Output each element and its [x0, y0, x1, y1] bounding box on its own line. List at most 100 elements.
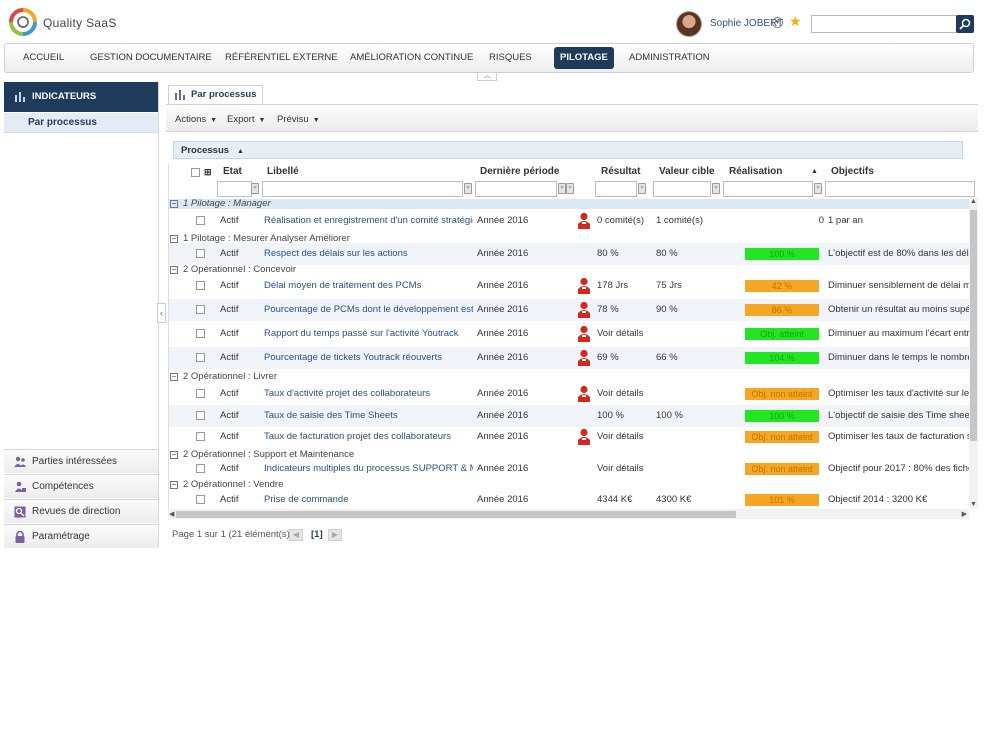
row-checkbox[interactable]	[196, 432, 205, 441]
col-header-objectifs[interactable]: Objectifs	[831, 164, 874, 180]
scroll-up-icon[interactable]: ▲	[970, 198, 977, 205]
filter-icon[interactable]: ▿	[464, 183, 472, 194]
filter-icon[interactable]: ▿	[814, 183, 822, 194]
horizontal-scrollbar[interactable]: ◀ ▶	[168, 509, 969, 519]
filter-icon[interactable]: ▿	[566, 183, 574, 194]
indicator-link[interactable]: Taux d'activité projet des collaborateur…	[264, 383, 473, 405]
nav-administration[interactable]: ADMINISTRATION	[629, 44, 710, 72]
row-checkbox[interactable]	[196, 216, 205, 225]
export-menu-button[interactable]: Export ▼	[227, 108, 265, 132]
collapse-header-button[interactable]: ︿	[477, 72, 497, 81]
table-row[interactable]: Actif Taux d'activité projet des collabor…	[169, 383, 969, 405]
col-header-valeur-cible[interactable]: Valeur cible	[659, 164, 715, 180]
indicator-link[interactable]: Respect des délais sur les actions	[264, 243, 473, 265]
search-input[interactable]	[811, 15, 957, 33]
scroll-down-icon[interactable]: ▼	[970, 501, 977, 508]
col-header-libelle[interactable]: Libellé	[267, 164, 299, 180]
scroll-right-icon[interactable]: ▶	[962, 510, 967, 518]
row-checkbox[interactable]	[196, 411, 205, 420]
table-row[interactable]: Actif Réalisation et enregistrement d'un …	[169, 210, 969, 232]
responsible-person-icon[interactable]	[577, 277, 591, 295]
tab-par-processus[interactable]: Par processus	[168, 85, 264, 105]
indicator-link[interactable]: Rapport du temps passé sur l'activité Yo…	[264, 323, 473, 345]
nav-amelioration-continue[interactable]: AMÉLIORATION CONTINUE	[350, 44, 473, 72]
indicator-link[interactable]: Pourcentage de tickets Youtrack réouvert…	[264, 347, 473, 369]
col-header-derniere-periode[interactable]: Dernière période	[480, 164, 559, 180]
collapse-group-icon[interactable]: −	[170, 266, 178, 274]
responsible-person-icon[interactable]	[577, 212, 591, 230]
actions-menu-button[interactable]: Actions ▼	[175, 108, 217, 132]
row-checkbox[interactable]	[196, 281, 205, 290]
filter-realisation-input[interactable]	[723, 181, 813, 197]
select-all-checkbox[interactable]	[191, 168, 200, 177]
col-header-realisation[interactable]: Réalisation	[729, 164, 782, 180]
current-page[interactable]: [1]	[311, 528, 323, 542]
scrollbar-thumb[interactable]	[176, 511, 736, 518]
table-row[interactable]: Actif Rapport du temps passé sur l'activi…	[169, 323, 969, 345]
row-checkbox[interactable]	[196, 464, 205, 473]
row-checkbox[interactable]	[196, 353, 205, 362]
prev-page-button[interactable]: ◀	[289, 529, 303, 541]
filter-etat-input[interactable]	[217, 181, 252, 197]
preview-menu-button[interactable]: Prévisu ▼	[277, 108, 320, 132]
filter-cible-input[interactable]	[653, 181, 711, 197]
next-page-button[interactable]: ▶	[328, 529, 342, 541]
table-row[interactable]: Actif Indicateurs multiples du processus …	[169, 458, 969, 480]
responsible-person-icon[interactable]	[577, 301, 591, 319]
indicator-link[interactable]: Pourcentage de PCMs dont le développemen…	[264, 299, 473, 321]
table-row[interactable]: Actif Respect des délais sur les actions A…	[169, 243, 969, 265]
table-row[interactable]: Actif Pourcentage de PCMs dont le dévelop…	[169, 299, 969, 321]
sidebar-item-par-processus[interactable]: Par processus	[4, 113, 158, 133]
filter-icon[interactable]: ▿	[638, 183, 646, 194]
user-menu-chevron-icon[interactable]: ▾	[772, 17, 783, 28]
favorites-star-icon[interactable]: ★	[789, 13, 802, 30]
responsible-person-icon[interactable]	[577, 325, 591, 343]
indicator-link[interactable]: Réalisation et enregistrement d'un comit…	[264, 210, 473, 232]
indicator-link[interactable]: Taux de saisie des Time Sheets	[264, 405, 473, 427]
expand-all-icon[interactable]: ⊞	[204, 164, 212, 180]
scrollbar-thumb[interactable]	[970, 210, 977, 441]
vertical-scrollbar[interactable]: ▲ ▼	[969, 198, 978, 508]
period-dropdown-icon[interactable]: ▿	[558, 183, 566, 194]
collapse-group-icon[interactable]: −	[170, 481, 178, 489]
group-row[interactable]: −2 Opérationnel : Livrer	[169, 372, 978, 382]
responsible-person-icon[interactable]	[577, 349, 591, 367]
user-avatar[interactable]	[676, 11, 702, 37]
collapse-group-icon[interactable]: −	[170, 235, 178, 243]
table-row[interactable]: Actif Taux de saisie des Time Sheets Année…	[169, 405, 969, 427]
collapse-group-icon[interactable]: −	[170, 373, 178, 381]
sidebar-item-revues-de-direction[interactable]: Revues de direction	[4, 499, 158, 523]
responsible-person-icon[interactable]	[577, 385, 591, 403]
table-row[interactable]: Actif Prise de commande Année 2016 4344 K€ 4…	[169, 489, 969, 511]
indicator-link[interactable]: Prise de commande	[264, 489, 473, 511]
filter-icon[interactable]: ▿	[251, 183, 259, 194]
group-by-processus-chip[interactable]: Processus ▲	[175, 143, 250, 158]
indicator-link[interactable]: Délai moyen de traitement des PCMs	[264, 275, 473, 297]
search-button[interactable]	[956, 15, 974, 33]
responsible-person-icon[interactable]	[577, 428, 591, 446]
app-logo[interactable]	[9, 8, 37, 36]
sidebar-header[interactable]: INDICATEURS	[4, 82, 158, 112]
nav-referentiel-externe[interactable]: RÉFÉRENTIEL EXTERNE	[225, 44, 338, 72]
filter-objectifs-input[interactable]	[825, 181, 975, 197]
indicator-link[interactable]: Indicateurs multiples du processus SUPPO…	[264, 458, 473, 480]
group-row[interactable]: −2 Opérationnel : Concevoir	[169, 265, 978, 275]
row-checkbox[interactable]	[196, 389, 205, 398]
col-header-resultat[interactable]: Résultat	[601, 164, 640, 180]
filter-periode-input[interactable]	[475, 181, 557, 197]
sidebar-item-competences[interactable]: Compétences	[4, 474, 158, 498]
group-row[interactable]: −1 Pilotage : Manager	[169, 199, 978, 209]
row-checkbox[interactable]	[196, 305, 205, 314]
scroll-left-icon[interactable]: ◀	[169, 510, 174, 518]
filter-icon[interactable]: ▿	[712, 183, 720, 194]
row-checkbox[interactable]	[196, 329, 205, 338]
nav-pilotage[interactable]: PILOTAGE	[554, 47, 614, 69]
nav-accueil[interactable]: ACCUEIL	[23, 44, 64, 72]
row-checkbox[interactable]	[196, 495, 205, 504]
filter-libelle-input[interactable]	[262, 181, 463, 197]
sidebar-item-parametrage[interactable]: Paramétrage	[4, 524, 158, 548]
table-row[interactable]: Actif Taux de facturation projet des coll…	[169, 426, 969, 448]
collapse-sidebar-button[interactable]: ‹	[157, 303, 166, 323]
col-header-etat[interactable]: Etat	[223, 164, 242, 180]
row-checkbox[interactable]	[196, 249, 205, 258]
